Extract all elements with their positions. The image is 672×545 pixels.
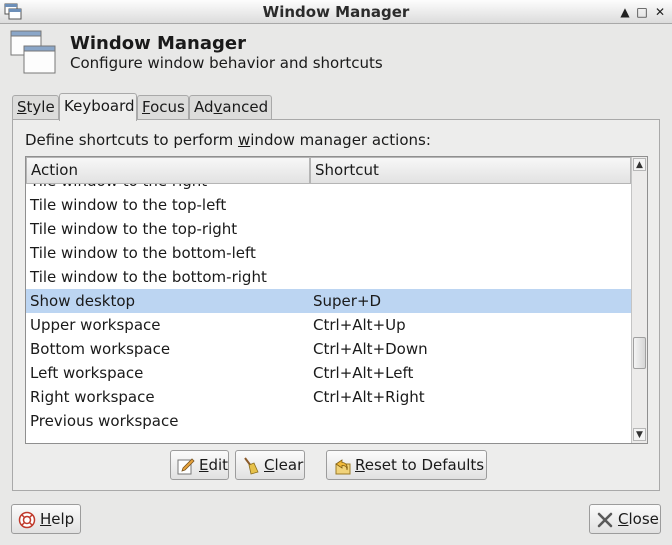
maximize-button[interactable]: □ xyxy=(634,3,650,21)
shortcuts-rows: Tile window to the right Tile window to … xyxy=(26,184,631,443)
tab-advanced[interactable]: Advanced xyxy=(189,95,272,119)
list-item[interactable]: Tile window to the bottom-right xyxy=(26,265,631,289)
list-item[interactable]: Left workspace Ctrl+Alt+Left xyxy=(26,361,631,385)
tab-keyboard[interactable]: Keyboard xyxy=(59,93,137,121)
list-item[interactable]: Upper workspace Ctrl+Alt+Up xyxy=(26,313,631,337)
clear-button[interactable]: Clear xyxy=(235,450,305,480)
vertical-scrollbar[interactable]: ▲ ▼ xyxy=(631,157,647,443)
list-item[interactable]: Tile window to the bottom-left xyxy=(26,241,631,265)
window-manager-icon xyxy=(10,30,56,74)
list-item[interactable]: Tile window to the top-left xyxy=(26,193,631,217)
scroll-up-arrow-icon[interactable]: ▲ xyxy=(633,158,646,171)
tab-focus[interactable]: Focus xyxy=(137,95,189,119)
help-lifebuoy-icon xyxy=(18,511,36,529)
scrollbar-thumb[interactable] xyxy=(633,337,646,369)
column-header-shortcut[interactable]: Shortcut xyxy=(310,157,631,184)
reset-to-defaults-button[interactable]: Reset to Defaults xyxy=(326,450,487,480)
column-header-action[interactable]: Action xyxy=(26,157,310,184)
list-item[interactable]: Bottom workspace Ctrl+Alt+Down xyxy=(26,337,631,361)
list-item[interactable]: Previous workspace xyxy=(26,409,631,433)
edit-button[interactable]: Edit xyxy=(170,450,229,480)
shortcuts-list[interactable]: Action Shortcut Tile window to the right… xyxy=(25,156,648,444)
tab-style[interactable]: Style xyxy=(12,95,59,119)
list-item[interactable]: Tile window to the right xyxy=(26,184,631,193)
scroll-down-arrow-icon[interactable]: ▼ xyxy=(633,428,646,441)
help-button[interactable]: Help xyxy=(11,504,81,534)
close-window-button[interactable]: ✕ xyxy=(652,3,668,21)
undo-icon xyxy=(335,459,351,475)
window-title: Window Manager xyxy=(262,3,410,21)
edit-icon xyxy=(177,458,195,475)
list-item[interactable]: Right workspace Ctrl+Alt+Right xyxy=(26,385,631,409)
broom-icon xyxy=(244,457,259,475)
list-item-selected[interactable]: Show desktop Super+D xyxy=(26,289,631,313)
shade-button[interactable]: ▲ xyxy=(617,3,633,21)
header-subtitle: Configure window behavior and shortcuts xyxy=(70,54,383,72)
close-button[interactable]: Close xyxy=(589,504,661,534)
list-item[interactable]: Tile window to the top-right xyxy=(26,217,631,241)
title-bar[interactable]: Window Manager ▲ □ ✕ xyxy=(0,0,672,24)
header-title: Window Manager xyxy=(70,33,246,54)
shortcuts-description: Define shortcuts to perform window manag… xyxy=(25,131,431,149)
close-icon xyxy=(597,512,613,528)
